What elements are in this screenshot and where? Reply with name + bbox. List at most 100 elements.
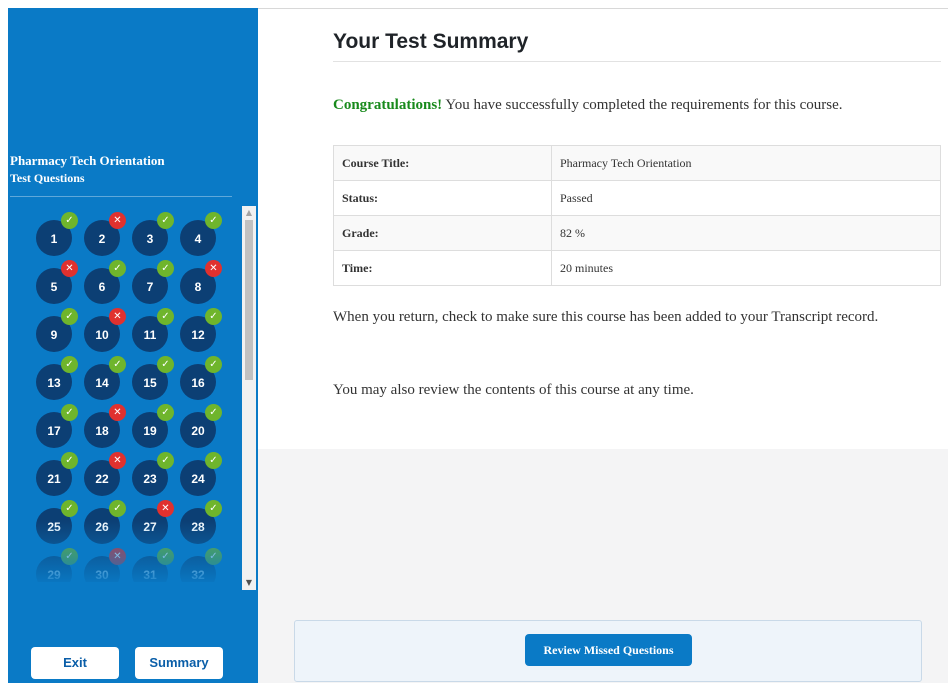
x-icon: ✕ (205, 260, 222, 277)
question-2-button[interactable]: 2 ✕ (84, 212, 126, 256)
table-label: Status: (333, 180, 552, 216)
question-21-button[interactable]: 21 ✓ (36, 452, 78, 496)
question-number: 30 (95, 568, 109, 582)
x-icon: ✕ (109, 212, 126, 229)
check-icon: ✓ (109, 356, 126, 373)
check-icon: ✓ (205, 500, 222, 517)
question-number: 31 (143, 568, 157, 582)
exit-button[interactable]: Exit (31, 647, 119, 679)
question-number: 3 (146, 232, 154, 246)
question-28-button[interactable]: 28 ✓ (180, 500, 222, 544)
review-missed-questions-button[interactable]: Review Missed Questions (525, 634, 692, 666)
question-27-button[interactable]: 27 ✕ (132, 500, 174, 544)
question-number: 20 (191, 424, 205, 438)
question-26-button[interactable]: 26 ✓ (84, 500, 126, 544)
question-8-button[interactable]: 8 ✕ (180, 260, 222, 304)
check-icon: ✓ (157, 452, 174, 469)
question-number: 23 (143, 472, 157, 486)
question-number: 16 (191, 376, 205, 390)
check-icon: ✓ (157, 260, 174, 277)
x-icon: ✕ (109, 452, 126, 469)
table-value: 82 % (551, 215, 941, 251)
check-icon: ✓ (205, 308, 222, 325)
check-icon: ✓ (109, 260, 126, 277)
question-22-button[interactable]: 22 ✕ (84, 452, 126, 496)
check-icon: ✓ (61, 404, 78, 421)
question-11-button[interactable]: 11 ✓ (132, 308, 174, 352)
question-6-button[interactable]: 6 ✓ (84, 260, 126, 304)
question-13-button[interactable]: 13 ✓ (36, 356, 78, 400)
scrollbar-thumb[interactable] (245, 220, 253, 380)
transcript-note: When you return, check to make sure this… (333, 309, 879, 325)
congratulations-emphasis: Congratulations! (333, 97, 443, 113)
page-title: Your Test Summary (333, 30, 529, 53)
check-icon: ✓ (157, 548, 174, 565)
question-1-button[interactable]: 1 ✓ (36, 212, 78, 256)
question-number: 15 (143, 376, 157, 390)
question-scrollbar[interactable]: ▲ ▼ (242, 206, 256, 590)
question-24-button[interactable]: 24 ✓ (180, 452, 222, 496)
question-30-button[interactable]: 30 ✕ (84, 548, 126, 582)
table-value: 20 minutes (551, 250, 941, 286)
table-row: Course Title: Pharmacy Tech Orientation (333, 145, 941, 181)
question-10-button[interactable]: 10 ✕ (84, 308, 126, 352)
check-icon: ✓ (157, 356, 174, 373)
question-14-button[interactable]: 14 ✓ (84, 356, 126, 400)
question-number: 18 (95, 424, 109, 438)
question-number: 6 (98, 280, 106, 294)
question-4-button[interactable]: 4 ✓ (180, 212, 222, 256)
question-12-button[interactable]: 12 ✓ (180, 308, 222, 352)
check-icon: ✓ (61, 548, 78, 565)
title-divider (333, 61, 941, 62)
question-grid: 1 ✓ 2 ✕ 3 ✓ 4 ✓ 5 ✕ 6 ✓ 7 ✓ 8 ✕ 9 ✓ 10 ✕ 11 ✓ 12 ✓ 13 ✓ 14 ✓ 15 ✓ 16 ✓ 1… (26, 210, 228, 582)
question-31-button[interactable]: 31 ✓ (132, 548, 174, 582)
x-icon: ✕ (109, 404, 126, 421)
question-number: 22 (95, 472, 109, 486)
question-9-button[interactable]: 9 ✓ (36, 308, 78, 352)
x-icon: ✕ (109, 548, 126, 565)
check-icon: ✓ (205, 404, 222, 421)
question-number: 1 (50, 232, 58, 246)
question-number: 12 (191, 328, 205, 342)
sidebar-divider (10, 196, 232, 197)
question-number: 10 (95, 328, 109, 342)
check-icon: ✓ (205, 212, 222, 229)
scroll-down-arrow-icon[interactable]: ▼ (242, 576, 256, 590)
check-icon: ✓ (205, 548, 222, 565)
question-number: 4 (194, 232, 202, 246)
question-20-button[interactable]: 20 ✓ (180, 404, 222, 448)
table-label: Time: (333, 250, 552, 286)
check-icon: ✓ (157, 404, 174, 421)
question-16-button[interactable]: 16 ✓ (180, 356, 222, 400)
question-number: 24 (191, 472, 205, 486)
question-number: 27 (143, 520, 157, 534)
question-3-button[interactable]: 3 ✓ (132, 212, 174, 256)
table-label: Course Title: (333, 145, 552, 181)
question-32-button[interactable]: 32 ✓ (180, 548, 222, 582)
question-15-button[interactable]: 15 ✓ (132, 356, 174, 400)
question-number: 19 (143, 424, 157, 438)
question-5-button[interactable]: 5 ✕ (36, 260, 78, 304)
check-icon: ✓ (157, 308, 174, 325)
summary-table: Course Title: Pharmacy Tech Orientation … (333, 145, 941, 286)
congratulations-text: You have successfully completed the requ… (442, 97, 843, 113)
question-23-button[interactable]: 23 ✓ (132, 452, 174, 496)
table-row: Status: Passed (333, 180, 941, 216)
question-25-button[interactable]: 25 ✓ (36, 500, 78, 544)
question-19-button[interactable]: 19 ✓ (132, 404, 174, 448)
question-29-button[interactable]: 29 ✓ (36, 548, 78, 582)
check-icon: ✓ (61, 356, 78, 373)
question-number: 9 (50, 328, 58, 342)
question-17-button[interactable]: 17 ✓ (36, 404, 78, 448)
question-18-button[interactable]: 18 ✕ (84, 404, 126, 448)
question-number: 21 (47, 472, 61, 486)
congratulations-message: Congratulations! You have successfully c… (333, 97, 843, 114)
table-value: Passed (551, 180, 941, 216)
question-7-button[interactable]: 7 ✓ (132, 260, 174, 304)
table-value: Pharmacy Tech Orientation (551, 145, 941, 181)
check-icon: ✓ (61, 452, 78, 469)
scroll-up-arrow-icon[interactable]: ▲ (242, 206, 256, 220)
question-number: 28 (191, 520, 205, 534)
check-icon: ✓ (205, 452, 222, 469)
summary-button[interactable]: Summary (135, 647, 223, 679)
